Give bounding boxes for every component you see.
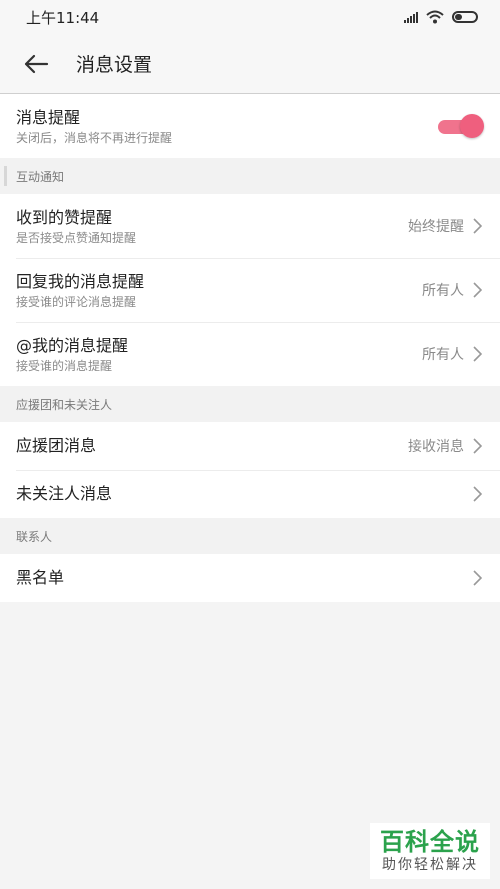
chevron-right-icon xyxy=(470,437,484,455)
support-section: 应援团消息 接收消息 未关注人消息 xyxy=(0,422,500,518)
support-group-message-row[interactable]: 应援团消息 接收消息 xyxy=(0,422,500,470)
signal-icon xyxy=(404,11,418,23)
reply-reminder-subtitle: 接受谁的评论消息提醒 xyxy=(16,294,137,309)
message-reminder-title: 消息提醒 xyxy=(16,107,81,127)
message-reminder-subtitle: 关闭后，消息将不再进行提醒 xyxy=(16,130,173,145)
arrow-left-icon xyxy=(24,54,49,73)
blacklist-row[interactable]: 黑名单 xyxy=(0,554,500,602)
blacklist-title: 黑名单 xyxy=(16,568,65,587)
mention-reminder-value: 所有人 xyxy=(422,347,464,363)
watermark-logo: 百科全说 助你轻松解决 xyxy=(370,823,490,879)
reply-reminder-row[interactable]: 回复我的消息提醒 接受谁的评论消息提醒 所有人 xyxy=(0,258,500,322)
status-icons xyxy=(404,10,478,24)
status-bar: 上午11:44 xyxy=(0,0,500,34)
contacts-section: 黑名单 xyxy=(0,554,500,602)
likes-reminder-value: 始终提醒 xyxy=(408,219,464,235)
chevron-right-icon xyxy=(470,281,484,299)
wifi-icon xyxy=(426,10,444,24)
mention-reminder-title: @我的消息提醒 xyxy=(16,335,129,355)
interaction-section: 收到的赞提醒 是否接受点赞通知提醒 始终提醒 回复我的消息提醒 接受谁的评论消息… xyxy=(0,194,500,386)
non-followed-message-row[interactable]: 未关注人消息 xyxy=(0,470,500,518)
likes-reminder-row[interactable]: 收到的赞提醒 是否接受点赞通知提醒 始终提醒 xyxy=(0,194,500,258)
watermark-main-text: 百科全说 xyxy=(380,828,480,856)
reminder-section: 消息提醒 关闭后，消息将不再进行提醒 xyxy=(0,94,500,158)
chevron-right-icon xyxy=(470,569,484,587)
back-button[interactable] xyxy=(0,34,72,94)
chevron-right-icon xyxy=(470,345,484,363)
battery-icon xyxy=(452,11,478,23)
group-header-interaction: 互动通知 xyxy=(0,158,500,194)
chevron-right-icon xyxy=(470,485,484,503)
message-reminder-row: 消息提醒 关闭后，消息将不再进行提醒 xyxy=(0,94,500,158)
support-group-message-value: 接收消息 xyxy=(408,439,464,455)
status-time: 上午11:44 xyxy=(26,8,100,27)
likes-reminder-title: 收到的赞提醒 xyxy=(16,207,113,227)
message-reminder-toggle[interactable] xyxy=(438,114,484,138)
page-title: 消息设置 xyxy=(76,54,153,76)
watermark-sub-text: 助你轻松解决 xyxy=(382,857,478,873)
group-header-contacts: 联系人 xyxy=(0,518,500,554)
likes-reminder-subtitle: 是否接受点赞通知提醒 xyxy=(16,230,137,245)
reply-reminder-value: 所有人 xyxy=(422,283,464,299)
group-header-support: 应援团和未关注人 xyxy=(0,386,500,422)
chevron-right-icon xyxy=(470,217,484,235)
support-group-message-title: 应援团消息 xyxy=(16,436,97,455)
mention-reminder-subtitle: 接受谁的消息提醒 xyxy=(16,358,113,373)
reply-reminder-title: 回复我的消息提醒 xyxy=(16,271,145,291)
mention-reminder-row[interactable]: @我的消息提醒 接受谁的消息提醒 所有人 xyxy=(0,322,500,386)
app-header: 消息设置 xyxy=(0,34,500,94)
non-followed-message-title: 未关注人消息 xyxy=(16,484,113,503)
